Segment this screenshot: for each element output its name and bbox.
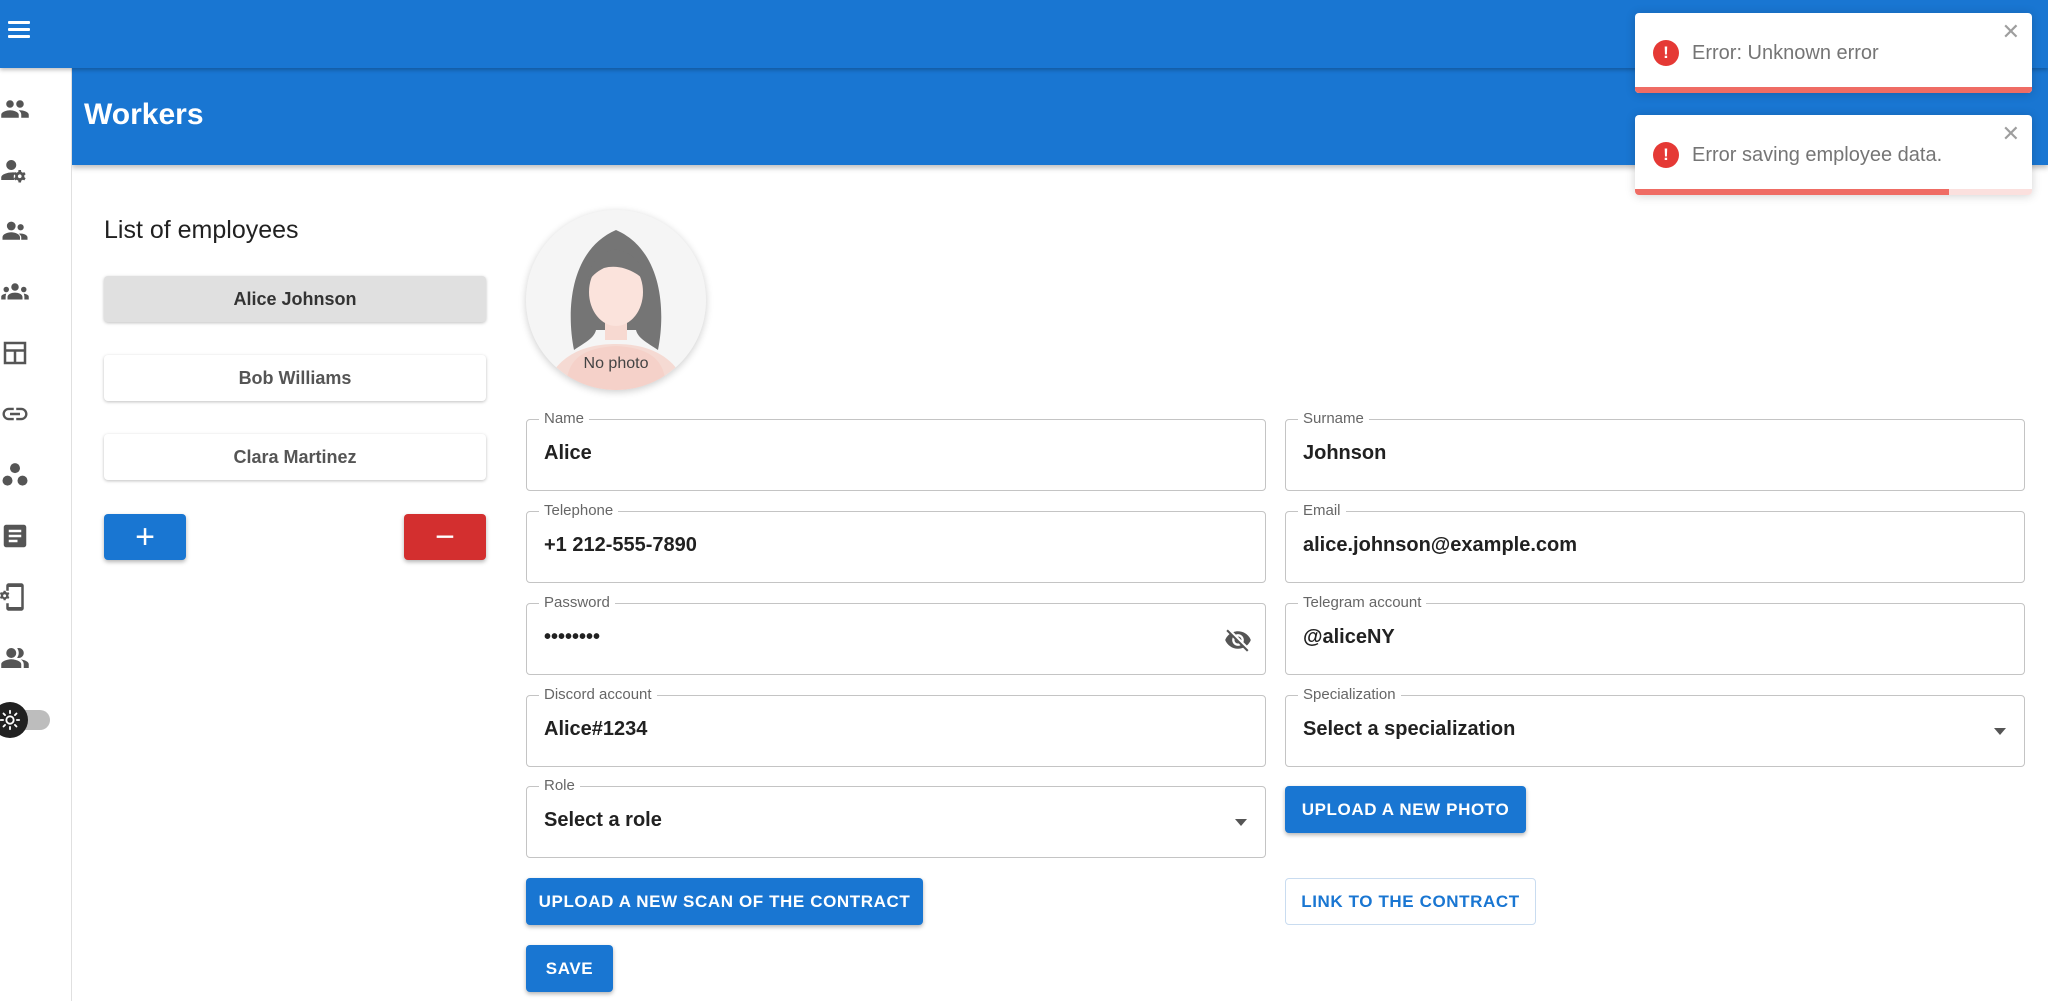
email-label: Email	[1298, 502, 1346, 519]
group-icon[interactable]	[0, 94, 30, 124]
people-alt-icon[interactable]	[0, 643, 30, 673]
surname-label: Surname	[1298, 410, 1369, 427]
no-photo-caption: No photo	[583, 355, 649, 372]
upload-contract-button[interactable]: UPLOAD A NEW SCAN OF THE CONTRACT	[526, 878, 923, 925]
email-field[interactable]: Email alice.johnson@example.com	[1285, 502, 2025, 583]
telegram-label: Telegram account	[1298, 594, 1427, 611]
specialization-select[interactable]: Specialization Select a specialization	[1285, 686, 2025, 767]
page-title: Workers	[84, 98, 204, 131]
name-label: Name	[539, 410, 590, 427]
role-value: Select a role	[544, 809, 662, 831]
employee-list-title: List of employees	[104, 216, 299, 244]
toast-progress-bar	[1635, 189, 1949, 195]
employee-item-alice-johnson[interactable]: Alice Johnson	[104, 276, 486, 322]
toast-message: Error saving employee data.	[1692, 144, 1943, 166]
password-field[interactable]: Password ••••••••	[526, 594, 1266, 675]
specialization-label: Specialization	[1298, 686, 1401, 703]
surname-field[interactable]: Surname Johnson	[1285, 410, 2025, 491]
add-employee-button[interactable]: +	[104, 514, 186, 560]
email-value: alice.johnson@example.com	[1303, 534, 1578, 556]
employee-item-bob-williams[interactable]: Bob Williams	[104, 355, 486, 401]
error-icon: !	[1653, 40, 1679, 66]
groups-icon[interactable]	[0, 277, 30, 307]
password-value: ••••••••	[544, 626, 601, 648]
theme-toggle[interactable]	[0, 702, 50, 738]
close-icon[interactable]: ✕	[2002, 123, 2020, 145]
people-icon[interactable]	[0, 216, 30, 246]
telegram-field[interactable]: Telegram account @aliceNY	[1285, 594, 2025, 675]
dashboard-layout-icon[interactable]	[0, 338, 30, 368]
error-toast-saving[interactable]: ! Error saving employee data. ✕	[1635, 115, 2032, 195]
device-settings-icon[interactable]	[0, 582, 30, 612]
role-select[interactable]: Role Select a role	[526, 777, 1266, 858]
chevron-down-icon[interactable]	[1994, 728, 2006, 735]
employee-item-clara-martinez[interactable]: Clara Martinez	[104, 434, 486, 480]
contract-link-button[interactable]: LINK TO THE CONTRACT	[1285, 878, 1536, 925]
toast-progress-bar	[1635, 87, 2032, 93]
link-icon[interactable]	[0, 399, 30, 429]
chevron-down-icon[interactable]	[1235, 819, 1247, 826]
worker-settings-icon[interactable]	[0, 155, 30, 185]
menu-icon[interactable]	[6, 16, 34, 44]
telephone-label: Telephone	[539, 502, 619, 519]
upload-photo-button[interactable]: UPLOAD A NEW PHOTO	[1285, 786, 1526, 833]
discord-label: Discord account	[539, 686, 657, 703]
discord-value: Alice#1234	[544, 718, 648, 740]
visibility-off-icon[interactable]	[1223, 626, 1253, 654]
sun-icon	[0, 702, 28, 738]
save-button[interactable]: SAVE	[526, 945, 613, 992]
name-value: Alice	[544, 442, 592, 464]
password-label: Password	[539, 594, 615, 611]
surname-value: Johnson	[1303, 442, 1387, 464]
specialization-value: Select a specialization	[1303, 718, 1516, 740]
workspaces-icon[interactable]	[0, 460, 30, 490]
name-field[interactable]: Name Alice	[526, 410, 1266, 491]
sidebar	[0, 68, 72, 1001]
error-icon: !	[1653, 142, 1679, 168]
telephone-value: +1 212-555-7890	[544, 534, 697, 556]
error-toast-unknown[interactable]: ! Error: Unknown error ✕	[1635, 13, 2032, 93]
close-icon[interactable]: ✕	[2002, 21, 2020, 43]
avatar[interactable]: No photo	[526, 210, 706, 390]
article-icon[interactable]	[0, 521, 30, 551]
toast-progress-track	[1635, 189, 2032, 195]
telegram-value: @aliceNY	[1303, 626, 1395, 648]
telephone-field[interactable]: Telephone +1 212-555-7890	[526, 502, 1266, 583]
remove-employee-button[interactable]: −	[404, 514, 486, 560]
discord-field[interactable]: Discord account Alice#1234	[526, 686, 1266, 767]
toast-progress-track	[1635, 87, 2032, 93]
toast-message: Error: Unknown error	[1692, 42, 1879, 64]
role-label: Role	[539, 777, 580, 794]
